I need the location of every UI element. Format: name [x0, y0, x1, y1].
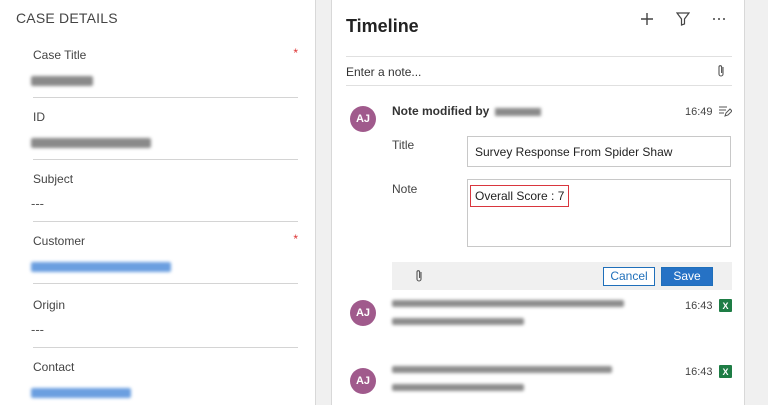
plus-icon[interactable]: [638, 10, 656, 28]
entry-title-redacted[interactable]: [392, 300, 624, 307]
avatar: AJ: [350, 368, 376, 394]
field-label: Contact: [33, 360, 75, 374]
entry-subtitle-redacted: [392, 318, 524, 325]
note-action-bar: Cancel Save: [392, 262, 732, 290]
customer-link-redacted[interactable]: [31, 262, 171, 272]
field-value[interactable]: ---: [31, 322, 44, 337]
entry-title-redacted[interactable]: [392, 366, 612, 373]
more-icon[interactable]: [710, 10, 728, 28]
entry-time: 16:49: [685, 106, 713, 118]
edit-note-icon[interactable]: [718, 104, 733, 123]
timeline-title: Timeline: [346, 16, 419, 36]
case-details-panel: CASE DETAILS Case Title * ID Subject ---…: [0, 0, 316, 405]
cancel-button[interactable]: Cancel: [603, 267, 655, 286]
title-input[interactable]: Survey Response From Spider Shaw: [467, 136, 731, 167]
entry-heading: Note modified by: [392, 104, 542, 118]
field-subject[interactable]: Subject ---: [31, 160, 298, 222]
field-origin[interactable]: Origin ---: [31, 286, 298, 348]
field-value-redacted[interactable]: [31, 76, 93, 86]
field-id[interactable]: ID: [31, 98, 298, 160]
note-textarea[interactable]: Overall Score : 7: [467, 179, 731, 247]
entry-time: 16:43: [685, 300, 713, 312]
field-label: Subject: [33, 172, 74, 186]
note-input[interactable]: Enter a note...: [346, 56, 732, 86]
field-label: Case Title: [33, 48, 87, 62]
note-label: Note: [392, 182, 418, 196]
excel-icon: X: [719, 365, 732, 378]
field-customer[interactable]: Customer *: [31, 222, 298, 284]
attach-icon[interactable]: [716, 64, 726, 78]
field-case-title[interactable]: Case Title *: [31, 36, 298, 98]
case-details-heading: CASE DETAILS: [16, 10, 118, 26]
note-input-placeholder: Enter a note...: [346, 65, 422, 79]
filter-icon[interactable]: [674, 10, 692, 28]
note-text-highlight: Overall Score : 7: [470, 185, 570, 207]
entry-heading-text: Note modified by: [392, 104, 490, 118]
save-button[interactable]: Save: [661, 267, 713, 286]
avatar: AJ: [350, 106, 376, 132]
app-window: CASE DETAILS Case Title * ID Subject ---…: [0, 0, 768, 405]
field-value[interactable]: ---: [31, 196, 44, 211]
author-name-redacted: [495, 107, 542, 116]
attach-icon[interactable]: [414, 269, 424, 288]
field-value-redacted[interactable]: [31, 138, 151, 148]
title-label: Title: [392, 138, 415, 152]
excel-icon: X: [719, 299, 732, 312]
avatar: AJ: [350, 300, 376, 326]
right-gutter: [746, 0, 768, 405]
entry-subtitle-redacted: [392, 384, 524, 391]
required-marker: *: [293, 232, 298, 246]
timeline-toolbar: [638, 10, 728, 28]
timeline-panel: Timeline Enter a note... AJ Note modifie…: [331, 0, 745, 405]
contact-link-redacted[interactable]: [31, 388, 131, 398]
field-label: ID: [33, 110, 45, 124]
field-label: Customer: [33, 234, 86, 248]
entry-time: 16:43: [685, 366, 713, 378]
field-contact[interactable]: Contact: [31, 348, 298, 405]
required-marker: *: [293, 46, 298, 60]
field-label: Origin: [33, 298, 66, 312]
